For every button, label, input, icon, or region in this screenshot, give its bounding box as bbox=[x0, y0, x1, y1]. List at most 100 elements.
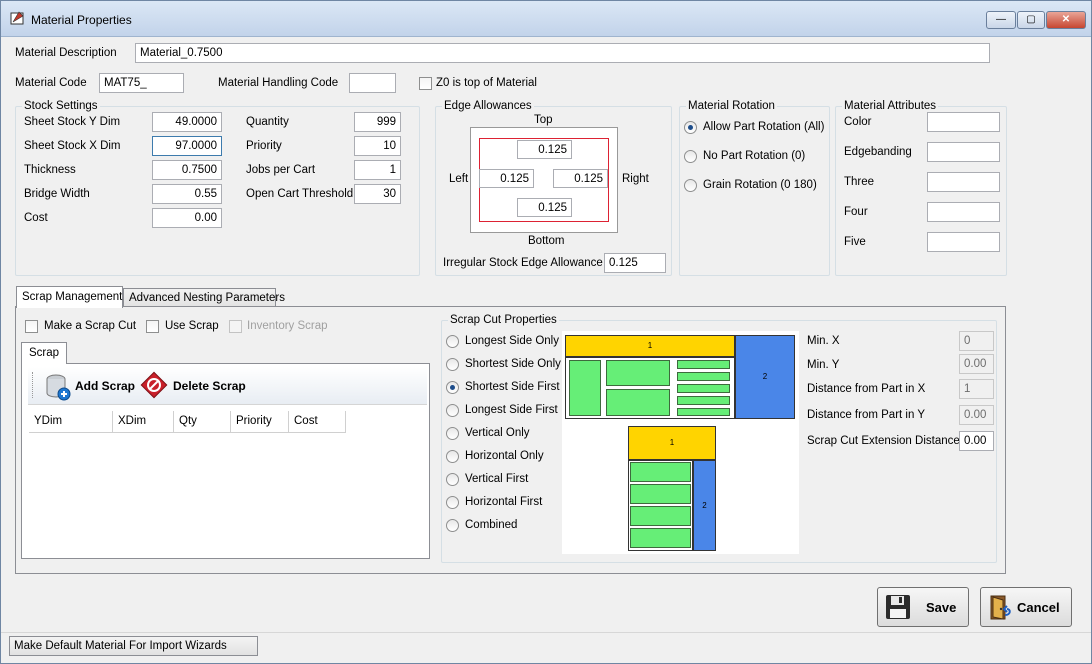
scrap-cut-option-radio[interactable] bbox=[446, 450, 459, 463]
maximize-button[interactable]: ▢ bbox=[1017, 11, 1045, 29]
jobs-per-cart-input[interactable]: 1 bbox=[354, 160, 401, 180]
extension-distance-input[interactable]: 0.00 bbox=[959, 431, 994, 451]
attribute-color-input[interactable] bbox=[927, 112, 1000, 132]
column-xdim[interactable]: XDim bbox=[113, 411, 174, 433]
scrap-cut-option-radio[interactable] bbox=[446, 427, 459, 440]
scrap-cut-option-radio[interactable] bbox=[446, 381, 459, 394]
edge-right-input[interactable]: 0.125 bbox=[553, 169, 608, 188]
scrap-cut-option-label: Vertical First bbox=[465, 473, 529, 485]
use-scrap-checkbox[interactable] bbox=[146, 320, 159, 333]
make-scrap-cut-label: Make a Scrap Cut bbox=[44, 320, 137, 332]
cost-input[interactable]: 0.00 bbox=[152, 208, 222, 228]
edge-bottom-input[interactable]: 0.125 bbox=[517, 198, 572, 217]
scrap-cut-option-radio[interactable] bbox=[446, 473, 459, 486]
open-cart-threshold-input[interactable]: 30 bbox=[354, 184, 401, 204]
edge-top-label: Top bbox=[534, 114, 553, 126]
attribute-four-label: Four bbox=[844, 206, 868, 218]
thickness-input[interactable]: 0.7500 bbox=[152, 160, 222, 180]
material-description-label: Material Description bbox=[15, 47, 117, 59]
edge-bottom-label: Bottom bbox=[528, 235, 565, 247]
scrap-cut-option-radio[interactable] bbox=[446, 496, 459, 509]
priority-input[interactable]: 10 bbox=[354, 136, 401, 156]
add-database-icon bbox=[46, 374, 71, 401]
delete-icon bbox=[140, 371, 168, 399]
rotation-none-label: No Part Rotation (0) bbox=[703, 150, 806, 162]
save-label: Save bbox=[926, 600, 957, 615]
toolbar-grip bbox=[32, 372, 34, 398]
add-scrap-button[interactable]: Add Scrap bbox=[44, 371, 135, 401]
distance-y-input[interactable]: 0.00 bbox=[959, 405, 994, 425]
attribute-three-label: Three bbox=[844, 176, 875, 188]
scrap-cut-properties-title: Scrap Cut Properties bbox=[448, 314, 559, 326]
open-cart-threshold-label: Open Cart Threshold bbox=[246, 188, 354, 200]
edge-left-input[interactable]: 0.125 bbox=[479, 169, 534, 188]
delete-scrap-button[interactable]: Delete Scrap bbox=[140, 371, 250, 401]
scrap-cut-option-label: Longest Side Only bbox=[465, 335, 559, 347]
close-button[interactable]: ✕ bbox=[1046, 11, 1086, 29]
material-code-label: Material Code bbox=[15, 77, 87, 89]
attribute-four-input[interactable] bbox=[927, 202, 1000, 222]
material-attributes-title: Material Attributes bbox=[842, 100, 939, 112]
min-y-label: Min. Y bbox=[807, 359, 840, 371]
scrap-cut-option-radio[interactable] bbox=[446, 519, 459, 532]
material-handling-code-label: Material Handling Code bbox=[218, 77, 339, 89]
part-block bbox=[630, 462, 691, 482]
edge-top-input[interactable]: 0.125 bbox=[517, 140, 572, 159]
part-block bbox=[606, 389, 670, 416]
make-default-material-button[interactable]: Make Default Material For Import Wizards bbox=[9, 636, 258, 656]
scrap-area-2-top: 2 bbox=[735, 335, 795, 419]
column-cost[interactable]: Cost bbox=[289, 411, 346, 433]
scrap-area-2-bottom: 2 bbox=[693, 460, 716, 551]
quantity-input[interactable]: 999 bbox=[354, 112, 401, 132]
z0-top-label: Z0 is top of Material bbox=[436, 77, 537, 89]
bridge-width-label: Bridge Width bbox=[24, 188, 90, 200]
delete-scrap-label: Delete Scrap bbox=[173, 379, 246, 393]
parts-area-bottom bbox=[628, 460, 693, 551]
rotation-all-label: Allow Part Rotation (All) bbox=[703, 121, 825, 133]
scrap-cut-option-label: Longest Side First bbox=[465, 404, 558, 416]
part-block bbox=[677, 372, 730, 381]
material-handling-code-input[interactable] bbox=[349, 73, 396, 93]
column-qty[interactable]: Qty bbox=[174, 411, 231, 433]
rotation-grain-label: Grain Rotation (0 180) bbox=[703, 179, 817, 191]
sheet-y-input[interactable]: 49.0000 bbox=[152, 112, 222, 132]
tab-scrap-management[interactable]: Scrap Management bbox=[16, 286, 123, 308]
save-button[interactable]: Save bbox=[877, 587, 969, 627]
sheet-x-label: Sheet Stock X Dim bbox=[24, 140, 121, 152]
min-x-input[interactable]: 0 bbox=[959, 331, 994, 351]
window-title: Material Properties bbox=[31, 13, 132, 27]
bridge-width-input[interactable]: 0.55 bbox=[152, 184, 222, 204]
irregular-edge-input[interactable]: 0.125 bbox=[604, 253, 666, 273]
attribute-five-input[interactable] bbox=[927, 232, 1000, 252]
material-description-input[interactable]: Material_0.7500 bbox=[135, 43, 990, 63]
attribute-edgebanding-input[interactable] bbox=[927, 142, 1000, 162]
sheet-x-input[interactable]: 97.0000 bbox=[152, 136, 222, 156]
make-scrap-cut-checkbox[interactable] bbox=[25, 320, 38, 333]
tab-scrap[interactable]: Scrap bbox=[21, 342, 67, 364]
distance-x-input[interactable]: 1 bbox=[959, 379, 994, 399]
scrap-cut-option-label: Vertical Only bbox=[465, 427, 530, 439]
column-ydim[interactable]: YDim bbox=[29, 411, 113, 433]
rotation-none-radio[interactable] bbox=[684, 150, 697, 163]
extension-distance-label: Scrap Cut Extension Distance bbox=[807, 435, 960, 447]
minimize-button[interactable]: — bbox=[986, 11, 1016, 29]
scrap-cut-option-radio[interactable] bbox=[446, 404, 459, 417]
z0-top-checkbox[interactable] bbox=[419, 77, 432, 90]
priority-label: Priority bbox=[246, 140, 282, 152]
tab-advanced-nesting[interactable]: Advanced Nesting Parameters bbox=[123, 288, 285, 307]
inventory-scrap-checkbox[interactable] bbox=[229, 320, 242, 333]
scrap-area-1-bottom: 1 bbox=[628, 426, 716, 460]
cancel-button[interactable]: Cancel bbox=[980, 587, 1072, 627]
rotation-all-radio[interactable] bbox=[684, 121, 697, 134]
min-y-input[interactable]: 0.00 bbox=[959, 354, 994, 374]
scrap-cut-option-label: Shortest Side Only bbox=[465, 358, 561, 370]
scrap-cut-option-label: Combined bbox=[465, 519, 518, 531]
part-block bbox=[569, 360, 601, 416]
scrap-cut-option-label: Horizontal Only bbox=[465, 450, 544, 462]
attribute-three-input[interactable] bbox=[927, 172, 1000, 192]
material-code-input[interactable]: MAT75_ bbox=[99, 73, 184, 93]
rotation-grain-radio[interactable] bbox=[684, 179, 697, 192]
scrap-cut-option-radio[interactable] bbox=[446, 335, 459, 348]
column-priority[interactable]: Priority bbox=[231, 411, 289, 433]
scrap-cut-option-radio[interactable] bbox=[446, 358, 459, 371]
